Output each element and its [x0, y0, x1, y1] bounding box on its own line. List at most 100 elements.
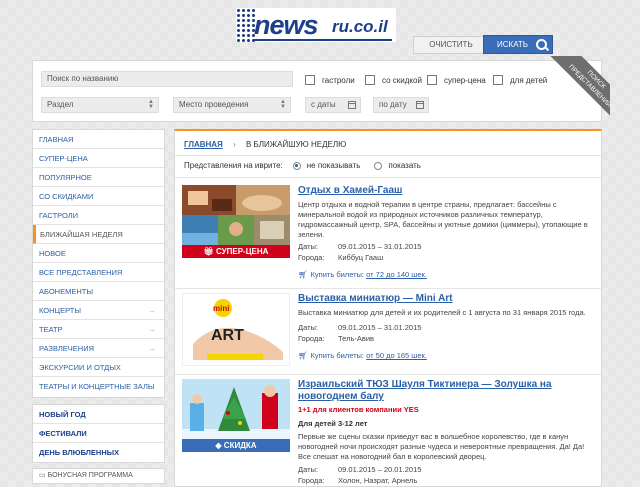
divider: [175, 177, 601, 178]
sidebar-item-excursions[interactable]: ЭКСКУРСИИ И ОТДЫХ: [33, 358, 164, 377]
sidebar-item-new[interactable]: НОВОЕ: [33, 244, 164, 263]
venue-select[interactable]: Место проведения ▲ ▼: [173, 97, 291, 113]
search-button[interactable]: ИСКАТЬ: [483, 35, 553, 54]
sidebar-item-entertainment[interactable]: РАЗВЛЕЧЕНИЯ →: [33, 339, 164, 358]
sidebar-item-bonus[interactable]: ▭ БОНУСНАЯ ПРОГРАММА: [33, 469, 164, 483]
buy-tickets-link[interactable]: 🛒︎ Купить билеты: от 72 до 140 шек.: [298, 270, 427, 279]
breadcrumb-home-link[interactable]: ГЛАВНАЯ: [184, 140, 223, 149]
radio-hide-label[interactable]: не показывать: [307, 161, 361, 170]
sidebar-item-label: БОНУСНАЯ ПРОГРАММА: [47, 472, 133, 479]
checkbox-discount[interactable]: со скидкой: [365, 75, 422, 85]
search-button-label: ИСКАТЬ: [497, 40, 529, 49]
event-age: Для детей 3-12 лет: [298, 419, 368, 428]
checkbox-label: гастроли: [322, 75, 355, 85]
sidebar-item-festivals[interactable]: ФЕСТИВАЛИ: [33, 424, 164, 443]
site-logo[interactable]: news ru.co.il: [236, 8, 396, 42]
buy-tickets-link[interactable]: 🛒︎ Купить билеты: от 50 до 165 шек.: [298, 351, 427, 360]
sidebar-item-home[interactable]: ГЛАВНАЯ: [33, 130, 164, 149]
sidebar-item-tours[interactable]: ГАСТРОЛИ: [33, 206, 164, 225]
sidebar-item-label: НОВОЕ: [39, 249, 66, 258]
divider: [175, 374, 601, 375]
sidebar-item-label: ТЕАТРЫ И КОНЦЕРТНЫЕ ЗАЛЫ: [39, 382, 155, 391]
checkbox-box[interactable]: [427, 75, 437, 85]
event-title-link[interactable]: Выставка миниатюр — Mini Art: [298, 293, 592, 305]
search-panel: Поиск по названию гастроли со скидкой су…: [32, 60, 602, 122]
dates-label: Даты:: [298, 323, 318, 332]
checkbox-label: супер-цена: [444, 75, 486, 85]
logo-underline: [254, 39, 392, 41]
event-title-link[interactable]: Израильский ТЮЗ Шауля Тиктинера — Золушк…: [298, 379, 592, 403]
sidebar-item-popular[interactable]: ПОПУЛЯРНОЕ: [33, 168, 164, 187]
checkbox-box[interactable]: [365, 75, 375, 85]
mini-art-logo-top: mini: [213, 304, 229, 313]
sidebar-item-valentines[interactable]: ДЕНЬ ВЛЮБЛЕННЫХ: [33, 443, 164, 462]
sidebar-item-label: ТЕАТР: [39, 325, 63, 334]
dates-value: 09.01.2015 – 31.01.2015: [338, 242, 422, 251]
event-promo: 1+1 для клиентов компании YES: [298, 405, 419, 414]
event-dates: Даты: 09.01.2015 – 31.01.2015: [298, 323, 421, 332]
event-description: Выставка миниатюр для детей и их родител…: [298, 308, 586, 317]
checkbox-box[interactable]: [493, 75, 503, 85]
to-date-input[interactable]: по дату: [373, 97, 429, 113]
radio-show-label[interactable]: показать: [388, 161, 421, 170]
cart-icon: 🛒︎: [298, 270, 308, 279]
arrow-right-icon: →: [148, 306, 156, 315]
price-range[interactable]: от 72 до 140 шек.: [366, 270, 427, 279]
sidebar-item-label: БЛИЖАЙШАЯ НЕДЕЛЯ: [40, 230, 123, 239]
sidebar-item-next-week[interactable]: БЛИЖАЙШАЯ НЕДЕЛЯ: [33, 225, 164, 244]
venue-select-label: Место проведения: [179, 100, 249, 109]
dates-value: 09.01.2015 – 31.01.2015: [338, 323, 422, 332]
checkbox-tours[interactable]: гастроли: [305, 75, 355, 85]
sidebar-bonus: ▭ БОНУСНАЯ ПРОГРАММА: [32, 468, 165, 484]
sidebar-special: НОВЫЙ ГОД ФЕСТИВАЛИ ДЕНЬ ВЛЮБЛЕННЫХ: [32, 404, 165, 463]
event-image[interactable]: 🎁︎ СУПЕР-ЦЕНА: [182, 185, 290, 258]
logo-word: news: [254, 10, 319, 40]
dates-value: 09.01.2015 – 20.01.2015: [338, 465, 422, 474]
sidebar-item-label: РАЗВЛЕЧЕНИЯ: [39, 344, 95, 353]
price-range[interactable]: от 50 до 165 шек.: [366, 351, 427, 360]
sidebar-item-subscriptions[interactable]: АБОНЕМЕНТЫ: [33, 282, 164, 301]
search-input-placeholder: Поиск по названию: [47, 74, 119, 83]
sidebar-item-label: СУПЕР-ЦЕНА: [39, 154, 88, 163]
event-image[interactable]: mini ART: [182, 293, 290, 366]
sidebar-item-label: НОВЫЙ ГОД: [39, 410, 86, 419]
tag-icon: ◆: [215, 441, 224, 450]
mini-art-logo-bottom: ART: [211, 327, 244, 344]
event-card: mini ART Выставка миниатюр — Mini Art Вы…: [182, 293, 592, 373]
updown-icon: ▲ ▼: [280, 99, 286, 110]
event-image[interactable]: ◆ СКИДКА: [182, 379, 290, 452]
checkbox-super-price[interactable]: супер-цена: [427, 75, 486, 85]
sidebar-item-venues[interactable]: ТЕАТРЫ И КОНЦЕРТНЫЕ ЗАЛЫ: [33, 377, 164, 396]
from-date-label: с даты: [311, 100, 336, 109]
buy-tickets-label: Купить билеты:: [310, 270, 365, 279]
breadcrumb: ГЛАВНАЯ › В БЛИЖАЙШУЮ НЕДЕЛЮ: [184, 140, 346, 149]
sidebar-item-label: КОНЦЕРТЫ: [39, 306, 81, 315]
sidebar-item-label: ВСЕ ПРЕДСТАВЛЕНИЯ: [39, 268, 123, 277]
city-label: Города:: [298, 334, 325, 343]
radio-show[interactable]: [374, 161, 383, 170]
event-city: Города: Тель-Авив: [298, 334, 374, 343]
sidebar-item-label: ГАСТРОЛИ: [39, 211, 79, 220]
checkbox-box[interactable]: [305, 75, 315, 85]
calendar-icon[interactable]: [416, 101, 424, 109]
dates-label: Даты:: [298, 242, 318, 251]
to-date-label: по дату: [379, 100, 407, 109]
sidebar-item-concerts[interactable]: КОНЦЕРТЫ →: [33, 301, 164, 320]
divider: [175, 288, 601, 289]
calendar-icon[interactable]: [348, 101, 356, 109]
sidebar-item-super-price[interactable]: СУПЕР-ЦЕНА: [33, 149, 164, 168]
from-date-input[interactable]: с даты: [305, 97, 361, 113]
sidebar-item-discounts[interactable]: СО СКИДКАМИ: [33, 187, 164, 206]
sidebar-item-all-shows[interactable]: ВСЕ ПРЕДСТАВЛЕНИЯ: [33, 263, 164, 282]
sidebar-item-new-year[interactable]: НОВЫЙ ГОД: [33, 405, 164, 424]
section-select[interactable]: Раздел ▲ ▼: [41, 97, 159, 113]
sidebar-item-theater[interactable]: ТЕАТР →: [33, 320, 164, 339]
event-title-link[interactable]: Отдых в Хамей-Гааш: [298, 185, 592, 197]
radio-hide[interactable]: [292, 161, 301, 170]
buy-tickets-label: Купить билеты:: [310, 351, 365, 360]
updown-icon: ▲ ▼: [148, 99, 154, 110]
search-input[interactable]: Поиск по названию: [41, 71, 293, 87]
logo-domain: ru.co.il: [332, 17, 388, 36]
city-label: Города:: [298, 253, 325, 262]
hebrew-filter: Представления на иврите: не показывать п…: [184, 161, 421, 170]
